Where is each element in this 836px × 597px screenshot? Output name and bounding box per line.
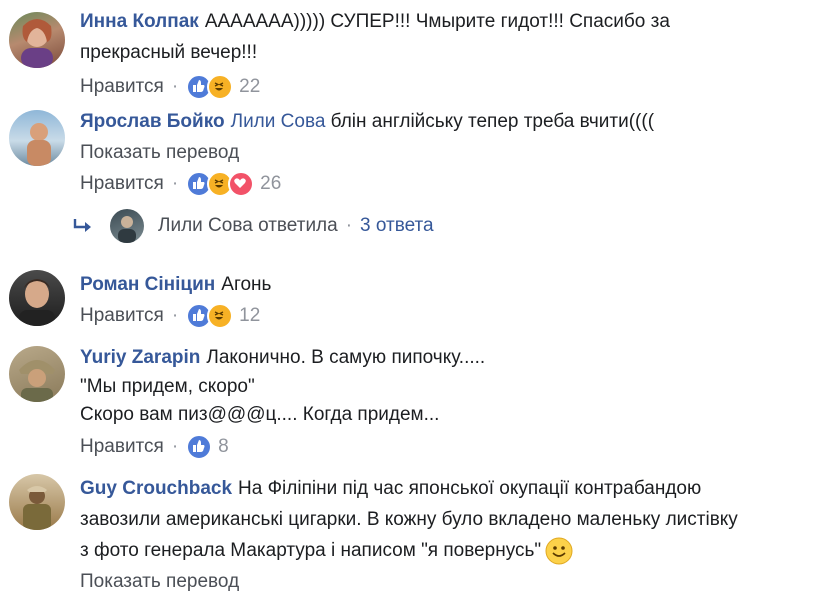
comment-text: Агонь — [221, 274, 272, 295]
like-button[interactable]: Нравится — [80, 300, 164, 332]
comment-text: блін англійську тепер треба вчити(((( — [330, 111, 655, 132]
comment-author[interactable]: Роман Сініцин — [80, 274, 215, 295]
comment-author[interactable]: Ярослав Бойко — [80, 111, 225, 132]
separator: · — [171, 305, 179, 326]
avatar[interactable] — [9, 12, 65, 68]
avatar[interactable] — [9, 270, 65, 326]
haha-icon[interactable] — [207, 74, 234, 100]
like-button[interactable]: Нравится — [80, 71, 164, 103]
avatar[interactable] — [110, 209, 144, 243]
like-button[interactable]: Нравится — [80, 168, 164, 200]
smile-emoji-icon — [545, 537, 573, 565]
comment-body: Guy Crouchback На Філіпіни під час японсь… — [80, 473, 816, 597]
like-button[interactable]: Нравится — [80, 431, 164, 463]
reply-arrow-icon — [73, 219, 91, 232]
comment-text: завозили американські цигарки. В кожну б… — [80, 509, 738, 530]
comment-text: На Філіпіни під час японської окупації к… — [238, 478, 702, 499]
show-translation-link[interactable]: Показать перевод — [80, 566, 816, 597]
love-icon[interactable] — [228, 171, 255, 197]
comment-author[interactable]: Guy Crouchback — [80, 478, 232, 499]
comment-body: Роман Сініцин Агонь Нравится · 12 — [80, 269, 816, 332]
haha-icon[interactable] — [207, 303, 234, 329]
comment-author[interactable]: Инна Колпак — [80, 11, 199, 32]
comment-text: Скоро вам пиз@@@ц.... Когда придем... — [80, 404, 440, 425]
avatar[interactable] — [9, 474, 65, 530]
avatar[interactable] — [9, 110, 65, 166]
show-translation-link[interactable]: Показать перевод — [80, 137, 816, 168]
comment-text: прекрасный вечер!!! — [80, 42, 258, 63]
replies-row[interactable]: Лили Сова ответила · 3 ответа — [72, 209, 434, 243]
replies-count-link[interactable]: 3 ответа — [360, 215, 434, 237]
like-icon[interactable] — [186, 434, 213, 460]
separator: · — [171, 173, 179, 194]
comment-text: з фото генерала Макартура і написом "я п… — [80, 540, 542, 561]
comment-body: Инна Колпак ААААААА))))) СУПЕР!!! Чмырите… — [80, 6, 816, 103]
separator: · — [171, 76, 179, 97]
reaction-count[interactable]: 8 — [218, 431, 229, 463]
comment-body: Ярослав Бойко Лили Сова блін англійську т… — [80, 106, 816, 200]
reaction-count[interactable]: 26 — [260, 168, 281, 200]
comment-text: Лаконично. В самую пипочку..... — [206, 347, 486, 368]
comment-text: "Мы придем, скоро" — [80, 376, 255, 397]
comment-body: Yuriy Zarapin Лаконично. В самую пипочку.… — [80, 342, 816, 463]
comment-text: ААААААА))))) СУПЕР!!! Чмырите гидот!!! С… — [204, 11, 670, 32]
reaction-count[interactable]: 12 — [239, 300, 260, 332]
separator: · — [345, 215, 353, 236]
reaction-count[interactable]: 22 — [239, 71, 260, 103]
comment-author[interactable]: Yuriy Zarapin — [80, 347, 200, 368]
mention-link[interactable]: Лили Сова — [231, 111, 326, 132]
separator: · — [171, 436, 179, 457]
avatar[interactable] — [9, 346, 65, 402]
reply-author-link[interactable]: Лили Сова ответила — [158, 215, 338, 237]
